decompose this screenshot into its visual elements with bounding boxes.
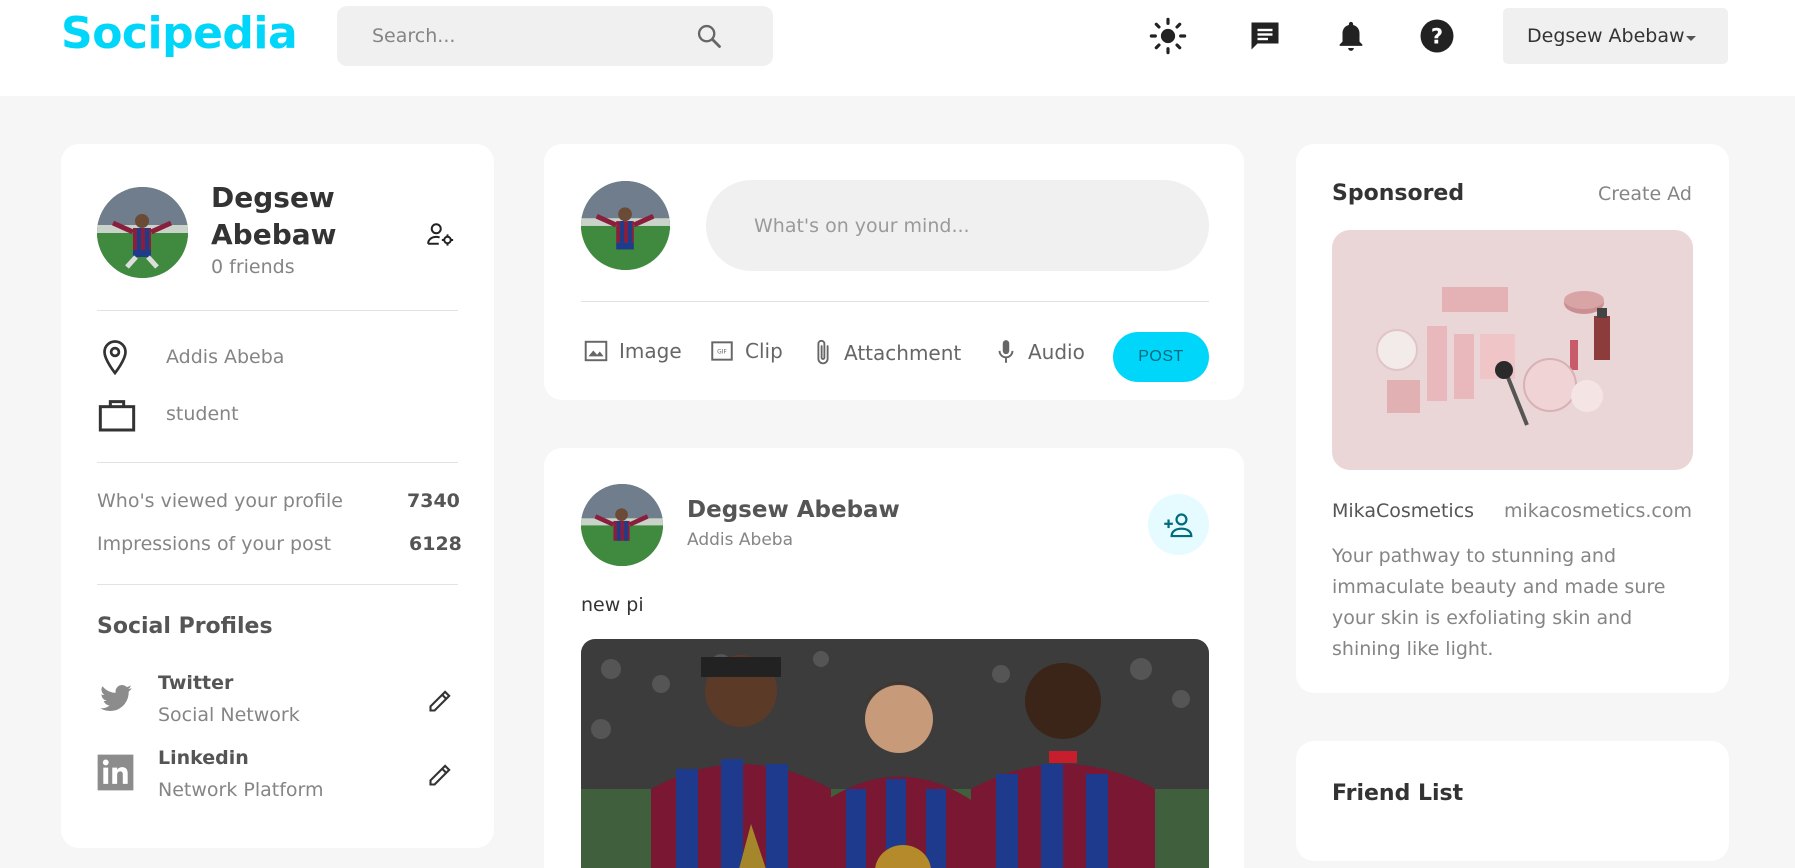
post-author-location: Addis Abeba <box>687 530 793 550</box>
tool-audio[interactable]: Audio <box>994 338 1085 366</box>
tool-attachment-label: Attachment <box>844 341 962 365</box>
search-box <box>337 6 773 66</box>
message-icon[interactable] <box>1243 14 1287 58</box>
user-menu-name: Degsew Abebaw <box>1527 25 1685 47</box>
chevron-down-icon <box>1686 36 1696 41</box>
post-composer-input[interactable] <box>706 180 1209 271</box>
post-author-name[interactable]: Degsew Abebaw <box>687 497 900 523</box>
user-menu-select[interactable]: Degsew Abebaw <box>1503 8 1728 64</box>
manage-account-icon[interactable] <box>425 220 455 254</box>
impressions-label: Impressions of your post <box>97 533 332 555</box>
profile-occupation: student <box>166 403 239 425</box>
svg-text:?: ? <box>1431 25 1443 49</box>
paperclip-icon <box>817 339 829 365</box>
gif-icon: GIF <box>711 341 733 361</box>
divider <box>97 462 458 463</box>
sponsored-title: Sponsored <box>1332 181 1465 206</box>
tool-clip-label: Clip <box>745 339 783 363</box>
sun-icon[interactable] <box>1146 14 1190 58</box>
create-ad-link[interactable]: Create Ad <box>1598 183 1692 205</box>
post-button[interactable]: POST <box>1113 332 1209 382</box>
friend-list-title: Friend List <box>1332 781 1464 806</box>
help-icon[interactable]: ? <box>1415 14 1459 58</box>
add-friend-button[interactable] <box>1148 494 1209 555</box>
tool-image[interactable]: Image <box>583 338 682 364</box>
svg-text:GIF: GIF <box>717 349 727 356</box>
divider <box>581 301 1209 302</box>
social-type-linkedin: Network Platform <box>158 779 324 801</box>
post-author-avatar[interactable] <box>581 484 663 566</box>
profile-avatar[interactable] <box>97 187 188 278</box>
ad-description: Your pathway to stunning and immaculate … <box>1332 545 1666 660</box>
edit-icon[interactable] <box>427 686 455 718</box>
composer-avatar[interactable] <box>581 181 670 270</box>
tool-attachment[interactable]: Attachment <box>812 338 961 368</box>
search-icon[interactable] <box>695 22 723 54</box>
profile-card: Degsew Abebaw 0 friends Addis Abeba stud… <box>61 144 494 848</box>
post-text: new pi <box>581 594 644 616</box>
location-icon <box>97 338 133 382</box>
tool-audio-label: Audio <box>1028 340 1085 364</box>
bell-icon[interactable] <box>1329 14 1373 58</box>
social-type-twitter: Social Network <box>158 704 300 726</box>
ad-website[interactable]: mikacosmetics.com <box>1504 500 1692 522</box>
profile-friends-count: 0 friends <box>211 256 295 278</box>
search-input[interactable] <box>337 6 697 66</box>
edit-icon[interactable] <box>427 760 455 792</box>
navbar: Socipedia ? Degsew Abebaw <box>0 0 1795 96</box>
tool-image-label: Image <box>619 339 682 363</box>
profile-name[interactable]: Degsew Abebaw <box>211 179 381 253</box>
impressions-value: 6128 <box>409 533 462 555</box>
ad-image[interactable] <box>1332 230 1693 470</box>
profile-location: Addis Abeba <box>166 346 285 368</box>
divider <box>97 584 458 585</box>
microphone-icon <box>998 340 1014 363</box>
friend-list-card: Friend List <box>1296 741 1729 861</box>
twitter-icon[interactable] <box>96 679 136 721</box>
profile-views-value: 7340 <box>407 490 460 512</box>
tool-clip[interactable]: GIF Clip <box>709 338 783 364</box>
briefcase-icon <box>97 396 137 438</box>
post-image[interactable] <box>581 639 1209 868</box>
post-composer-box <box>706 180 1209 271</box>
social-profiles-title: Social Profiles <box>97 614 273 639</box>
brand-logo[interactable]: Socipedia <box>61 8 298 59</box>
sponsored-card: Sponsored Create Ad MikaCosmetics mikaco… <box>1296 144 1729 693</box>
profile-views-label: Who's viewed your profile <box>97 490 343 512</box>
feed-post-card: Degsew Abebaw Addis Abeba new pi <box>544 448 1244 868</box>
social-name-linkedin: Linkedin <box>158 747 249 769</box>
ad-brand[interactable]: MikaCosmetics <box>1332 500 1474 522</box>
linkedin-icon[interactable] <box>96 753 135 796</box>
divider <box>97 310 458 311</box>
person-add-icon <box>1163 512 1192 537</box>
image-icon <box>584 340 608 362</box>
social-name-twitter: Twitter <box>158 672 234 694</box>
